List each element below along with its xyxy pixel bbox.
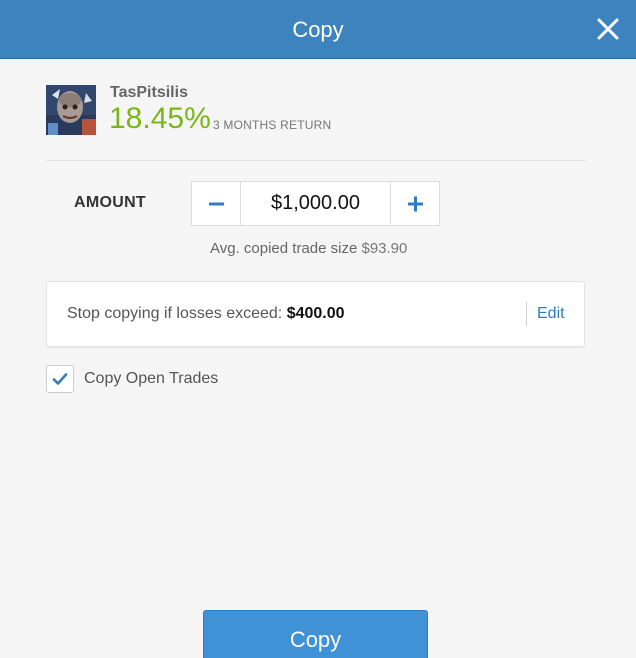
stop-loss-value: $400.00 bbox=[286, 305, 345, 322]
dialog-header: Copy bbox=[0, 0, 636, 59]
avg-trade-size: Avg. copied trade size $93.90 bbox=[210, 240, 407, 257]
stop-loss-separator bbox=[526, 302, 527, 326]
stop-loss-panel: Stop copying if losses exceed: $400.00 E… bbox=[46, 281, 585, 347]
trader-summary: TasPitsilis 18.45% 3 MONTHS RETURN bbox=[46, 84, 586, 140]
copy-open-trades-checkbox[interactable] bbox=[46, 365, 74, 393]
avatar[interactable] bbox=[46, 85, 96, 135]
plus-icon bbox=[408, 196, 423, 212]
trader-name[interactable]: TasPitsilis bbox=[110, 84, 188, 102]
stop-loss-label: Stop copying if losses exceed: bbox=[67, 305, 283, 322]
checkmark-icon bbox=[52, 373, 68, 385]
avg-trade-size-value: $93.90 bbox=[361, 240, 408, 257]
minus-icon bbox=[209, 202, 224, 206]
amount-label: AMOUNT bbox=[74, 194, 147, 211]
avg-trade-size-label: Avg. copied trade size bbox=[210, 240, 358, 257]
copy-open-trades-label[interactable]: Copy Open Trades bbox=[84, 370, 218, 388]
section-divider bbox=[46, 160, 586, 161]
amount-stepper: $1,000.00 bbox=[191, 181, 440, 226]
increment-amount-button[interactable] bbox=[390, 182, 439, 225]
copy-dialog: Copy TasPitsilis 18.45% 3 MONTHS RETURN … bbox=[0, 0, 636, 658]
decrement-amount-button[interactable] bbox=[192, 182, 241, 225]
copy-button[interactable]: Copy bbox=[203, 610, 428, 658]
amount-input[interactable]: $1,000.00 bbox=[241, 182, 390, 225]
close-button[interactable] bbox=[596, 17, 620, 41]
dialog-title: Copy bbox=[292, 17, 344, 42]
stop-loss-text: Stop copying if losses exceed: $400.00 bbox=[67, 305, 345, 323]
close-icon bbox=[597, 18, 619, 40]
edit-stop-loss-link[interactable]: Edit bbox=[537, 305, 565, 323]
return-period-label: 3 MONTHS RETURN bbox=[213, 118, 332, 132]
trader-return-value: 18.45% bbox=[109, 102, 211, 135]
